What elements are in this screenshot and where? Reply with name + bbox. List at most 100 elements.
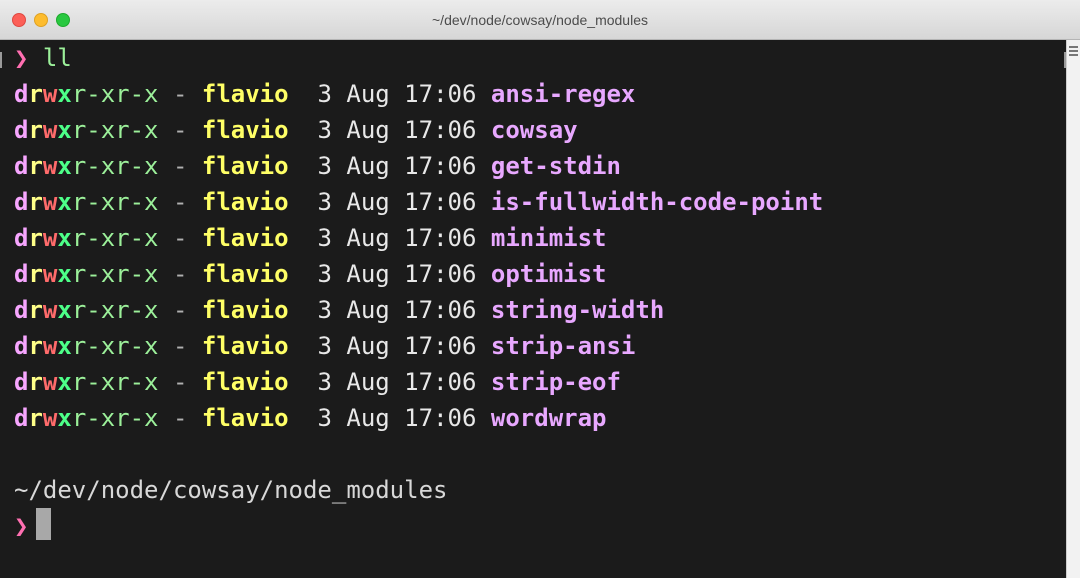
- window-title: ~/dev/node/cowsay/node_modules: [432, 12, 648, 28]
- directory-name: strip-ansi: [490, 332, 636, 360]
- owner-name: flavio: [201, 80, 289, 108]
- text-cursor[interactable]: [36, 508, 52, 540]
- permission-dir-flag: d: [14, 224, 29, 252]
- modified-date: 3 Aug 17:06: [317, 332, 477, 360]
- current-directory: ~/dev/node/cowsay/node_modules: [14, 476, 448, 504]
- permission-execute: x: [57, 296, 72, 324]
- listing-row: drwxr-xr-x - flavio 3 Aug 17:06 get-stdi…: [14, 148, 621, 184]
- directory-name: minimist: [490, 224, 607, 252]
- scrollbar-gutter[interactable]: [1066, 40, 1080, 578]
- permission-dir-flag: d: [14, 404, 29, 432]
- size-placeholder: -: [172, 152, 188, 180]
- permission-write: w: [42, 404, 58, 432]
- directory-name: cowsay: [490, 116, 578, 144]
- owner-name: flavio: [201, 260, 289, 288]
- permission-dir-flag: d: [14, 188, 29, 216]
- permission-write: w: [42, 224, 58, 252]
- permission-execute: x: [57, 368, 72, 396]
- size-placeholder: -: [172, 368, 188, 396]
- permission-dir-flag: d: [14, 368, 29, 396]
- permission-group-other: r-xr-x: [71, 404, 159, 432]
- owner-name: flavio: [201, 116, 289, 144]
- permission-read: r: [28, 116, 43, 144]
- permission-group-other: r-xr-x: [71, 368, 159, 396]
- modified-date: 3 Aug 17:06: [317, 116, 477, 144]
- permission-execute: x: [57, 188, 72, 216]
- listing-row: drwxr-xr-x - flavio 3 Aug 17:06 wordwrap: [14, 400, 606, 436]
- size-placeholder: -: [172, 260, 188, 288]
- permission-group-other: r-xr-x: [71, 188, 159, 216]
- size-placeholder: -: [172, 80, 188, 108]
- command-line: ❯ ll: [14, 40, 72, 76]
- directory-name: strip-eof: [490, 368, 621, 396]
- owner-name: flavio: [201, 332, 289, 360]
- directory-name: is-fullwidth-code-point: [490, 188, 824, 216]
- owner-name: flavio: [201, 224, 289, 252]
- permission-write: w: [42, 368, 58, 396]
- permission-dir-flag: d: [14, 260, 29, 288]
- permission-execute: x: [57, 332, 72, 360]
- permission-dir-flag: d: [14, 332, 29, 360]
- listing-row: drwxr-xr-x - flavio 3 Aug 17:06 ansi-reg…: [14, 76, 635, 112]
- directory-name: optimist: [490, 260, 607, 288]
- scroll-marker-left: [0, 52, 6, 68]
- permission-group-other: r-xr-x: [71, 152, 159, 180]
- permission-dir-flag: d: [14, 152, 29, 180]
- permission-write: w: [42, 296, 58, 324]
- directory-name: wordwrap: [490, 404, 607, 432]
- permission-read: r: [28, 188, 43, 216]
- permission-read: r: [28, 260, 43, 288]
- owner-name: flavio: [201, 404, 289, 432]
- permission-read: r: [28, 152, 43, 180]
- size-placeholder: -: [172, 296, 188, 324]
- listing-row: drwxr-xr-x - flavio 3 Aug 17:06 cowsay: [14, 112, 578, 148]
- permission-read: r: [28, 296, 43, 324]
- modified-date: 3 Aug 17:06: [317, 404, 477, 432]
- permission-read: r: [28, 404, 43, 432]
- permission-execute: x: [57, 80, 72, 108]
- listing-row: drwxr-xr-x - flavio 3 Aug 17:06 strip-an…: [14, 328, 635, 364]
- size-placeholder: -: [172, 188, 188, 216]
- permission-write: w: [42, 332, 58, 360]
- size-placeholder: -: [172, 332, 188, 360]
- listing-row: drwxr-xr-x - flavio 3 Aug 17:06 optimist: [14, 256, 606, 292]
- title-bar[interactable]: ~/dev/node/cowsay/node_modules: [0, 0, 1080, 40]
- permission-execute: x: [57, 404, 72, 432]
- permission-read: r: [28, 332, 43, 360]
- owner-name: flavio: [201, 296, 289, 324]
- directory-name: string-width: [490, 296, 665, 324]
- permission-write: w: [42, 260, 58, 288]
- menu-icon: [1069, 46, 1078, 56]
- size-placeholder: -: [172, 404, 188, 432]
- prompt-icon: ❯: [14, 512, 29, 540]
- input-line: ❯: [14, 508, 52, 544]
- listing-row: drwxr-xr-x - flavio 3 Aug 17:06 strip-eo…: [14, 364, 621, 400]
- permission-execute: x: [57, 116, 72, 144]
- permission-group-other: r-xr-x: [71, 296, 159, 324]
- terminal-window: ~/dev/node/cowsay/node_modules ❯ ll drwxr…: [0, 0, 1080, 578]
- permission-execute: x: [57, 152, 72, 180]
- prompt-icon: ❯: [14, 44, 29, 72]
- permission-group-other: r-xr-x: [71, 224, 159, 252]
- modified-date: 3 Aug 17:06: [317, 260, 477, 288]
- owner-name: flavio: [201, 188, 289, 216]
- modified-date: 3 Aug 17:06: [317, 296, 477, 324]
- permission-dir-flag: d: [14, 116, 29, 144]
- permission-execute: x: [57, 260, 72, 288]
- modified-date: 3 Aug 17:06: [317, 224, 477, 252]
- command-text: ll: [42, 44, 72, 72]
- directory-name: get-stdin: [490, 152, 621, 180]
- permission-write: w: [42, 152, 58, 180]
- permission-dir-flag: d: [14, 80, 29, 108]
- terminal-output[interactable]: ❯ ll drwxr-xr-x - flavio 3 Aug 17:06 ansi…: [0, 40, 1066, 578]
- permission-write: w: [42, 116, 58, 144]
- cwd-line: ~/dev/node/cowsay/node_modules: [14, 472, 447, 508]
- permission-execute: x: [57, 224, 72, 252]
- directory-name: ansi-regex: [490, 80, 636, 108]
- listing-row: drwxr-xr-x - flavio 3 Aug 17:06 is-fullw…: [14, 184, 823, 220]
- owner-name: flavio: [201, 152, 289, 180]
- permission-group-other: r-xr-x: [71, 332, 159, 360]
- modified-date: 3 Aug 17:06: [317, 152, 477, 180]
- modified-date: 3 Aug 17:06: [317, 188, 477, 216]
- modified-date: 3 Aug 17:06: [317, 368, 477, 396]
